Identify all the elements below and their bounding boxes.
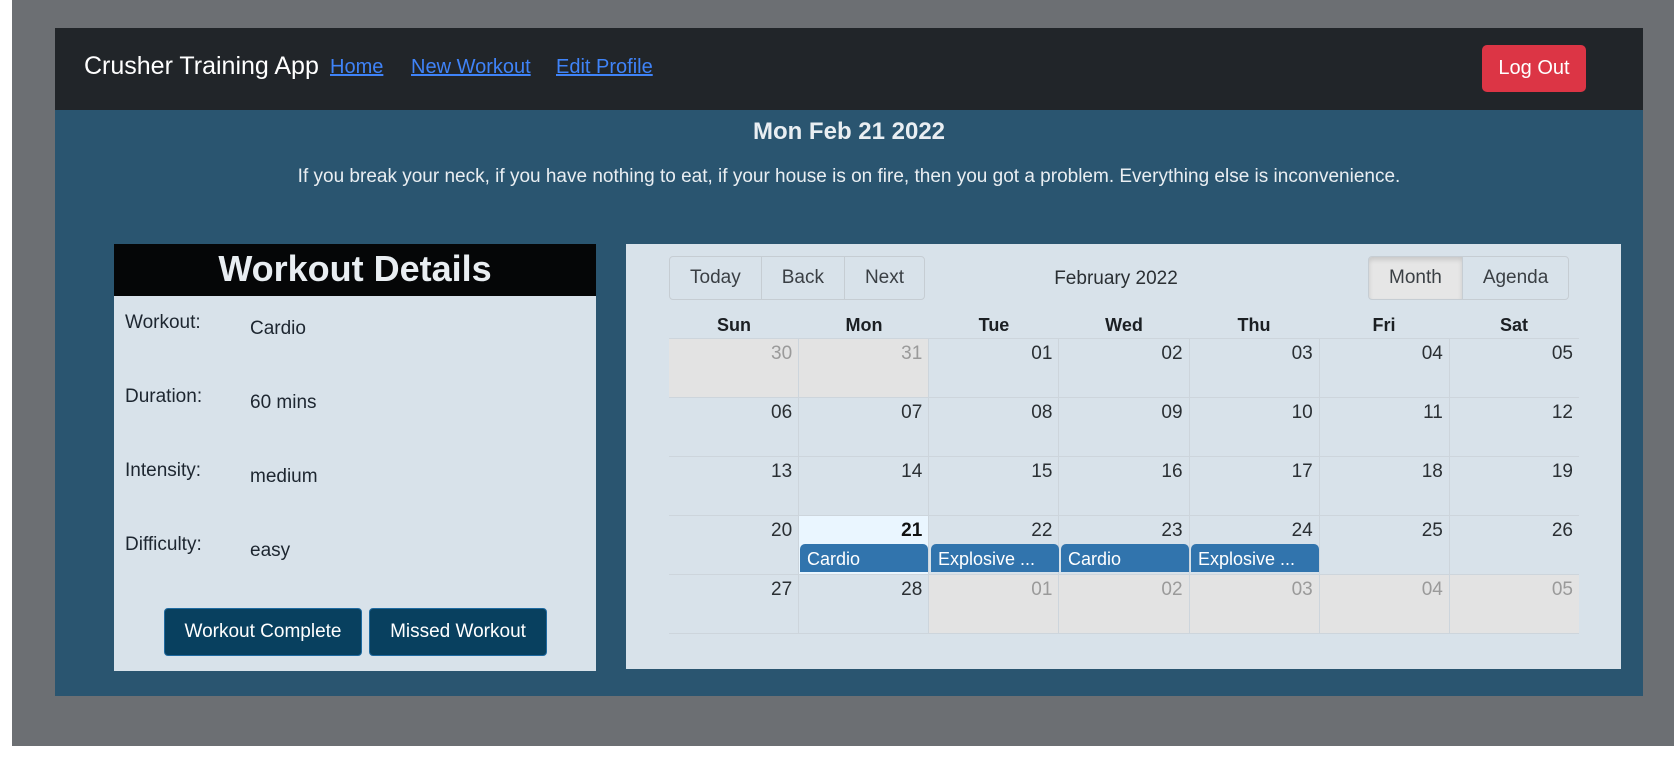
- day-cell[interactable]: 30: [669, 339, 799, 397]
- day-cell[interactable]: 06: [669, 398, 798, 456]
- agenda-view-button[interactable]: Agenda: [1461, 256, 1570, 300]
- calendar-nav-group: Today Back Next: [669, 256, 926, 300]
- week-row: 06 07 08 09 10 11 12: [669, 397, 1579, 456]
- day-cell[interactable]: 16: [1058, 457, 1188, 515]
- day-cell[interactable]: 28: [798, 575, 928, 633]
- weekday-wed: Wed: [1105, 315, 1143, 335]
- day-cell[interactable]: 25: [1318, 516, 1449, 574]
- calendar-event[interactable]: Explosive ...: [931, 544, 1059, 572]
- day-cell[interactable]: 04: [1318, 339, 1449, 397]
- difficulty-label: Difficulty:: [125, 534, 202, 555]
- workout-details-card: Workout Details Workout: Cardio Duration…: [114, 244, 596, 671]
- day-cell[interactable]: 26: [1448, 516, 1579, 574]
- day-cell[interactable]: 01: [928, 575, 1059, 633]
- day-cell[interactable]: 14: [798, 457, 928, 515]
- day-cell[interactable]: 27: [669, 575, 798, 633]
- intensity-label: Intensity:: [125, 460, 202, 481]
- day-cell[interactable]: 02: [1058, 339, 1188, 397]
- day-cell[interactable]: 12: [1448, 398, 1579, 456]
- weekday-mon: Mon: [845, 315, 883, 335]
- week-row: 30 31 01 02 03 04 05: [669, 338, 1579, 397]
- weekday-sun: Sun: [717, 315, 751, 335]
- weekday-header: Sun Mon Tue Wed Thu Fri Sat: [669, 312, 1579, 338]
- week-row: 13 14 15 16 17 18 19: [669, 456, 1579, 515]
- month-grid: Sun Mon Tue Wed Thu Fri Sat 30 31 01 02 …: [669, 312, 1579, 634]
- day-cell[interactable]: 19: [1448, 457, 1579, 515]
- current-date: Mon Feb 21 2022: [752, 118, 946, 145]
- calendar-view-group: Month Agenda: [1368, 256, 1570, 300]
- day-cell[interactable]: 03: [1188, 575, 1319, 633]
- back-button[interactable]: Back: [760, 256, 845, 300]
- motivational-quote: If you break your neck, if you have noth…: [297, 166, 1401, 187]
- duration-label: Duration:: [125, 386, 203, 407]
- week-row: 20 21 22 23 24 25 26 Cardio Explosive ..…: [669, 515, 1579, 574]
- day-cell[interactable]: 17: [1188, 457, 1319, 515]
- day-cell[interactable]: 18: [1318, 457, 1449, 515]
- calendar: Today Back Next February 2022 Month Agen…: [626, 244, 1621, 669]
- workout-label: Workout:: [125, 312, 201, 333]
- day-cell[interactable]: 13: [669, 457, 798, 515]
- nav-link-new-workout[interactable]: New Workout: [411, 56, 531, 79]
- day-cell[interactable]: 04: [1318, 575, 1449, 633]
- navbar: Crusher Training App Home New Workout Ed…: [55, 28, 1643, 110]
- month-view-button[interactable]: Month: [1368, 256, 1463, 300]
- page-background: Crusher Training App Home New Workout Ed…: [12, 0, 1674, 746]
- day-cell[interactable]: 07: [798, 398, 928, 456]
- day-cell[interactable]: 11: [1318, 398, 1449, 456]
- day-cell[interactable]: 03: [1188, 339, 1319, 397]
- missed-workout-button[interactable]: Missed Workout: [369, 608, 547, 656]
- main-panel: Mon Feb 21 2022 If you break your neck, …: [55, 110, 1643, 696]
- day-cell[interactable]: 15: [928, 457, 1058, 515]
- calendar-month-label: February 2022: [1054, 268, 1178, 289]
- weekday-thu: Thu: [1237, 315, 1271, 335]
- day-cell[interactable]: 01: [928, 339, 1058, 397]
- workout-complete-button[interactable]: Workout Complete: [164, 608, 362, 656]
- weekday-tue: Tue: [978, 315, 1010, 335]
- weekday-sat: Sat: [1499, 315, 1528, 335]
- today-button[interactable]: Today: [669, 256, 762, 300]
- intensity-value: medium: [250, 466, 318, 487]
- week-row: 27 28 01 02 03 04 05: [669, 574, 1579, 634]
- workout-details-title: Workout Details: [114, 244, 596, 296]
- duration-value: 60 mins: [250, 392, 317, 413]
- difficulty-value: easy: [250, 540, 291, 561]
- nav-link-edit-profile[interactable]: Edit Profile: [556, 56, 653, 79]
- brand-title: Crusher Training App: [84, 52, 319, 80]
- day-cell[interactable]: 02: [1058, 575, 1189, 633]
- calendar-event[interactable]: Cardio: [800, 544, 928, 572]
- day-cell[interactable]: 09: [1058, 398, 1188, 456]
- calendar-event[interactable]: Explosive ...: [1191, 544, 1319, 572]
- day-cell[interactable]: 31: [798, 339, 929, 397]
- day-cell[interactable]: 08: [928, 398, 1058, 456]
- day-cell[interactable]: 20: [669, 516, 798, 574]
- next-button[interactable]: Next: [843, 256, 926, 300]
- calendar-event[interactable]: Cardio: [1061, 544, 1189, 572]
- day-cell[interactable]: 05: [1448, 575, 1579, 633]
- workout-value: Cardio: [250, 318, 306, 339]
- logout-button[interactable]: Log Out: [1482, 45, 1586, 92]
- day-cell[interactable]: 05: [1448, 339, 1579, 397]
- weekday-fri: Fri: [1372, 315, 1396, 335]
- nav-link-home[interactable]: Home: [330, 56, 383, 79]
- day-cell[interactable]: 10: [1188, 398, 1319, 456]
